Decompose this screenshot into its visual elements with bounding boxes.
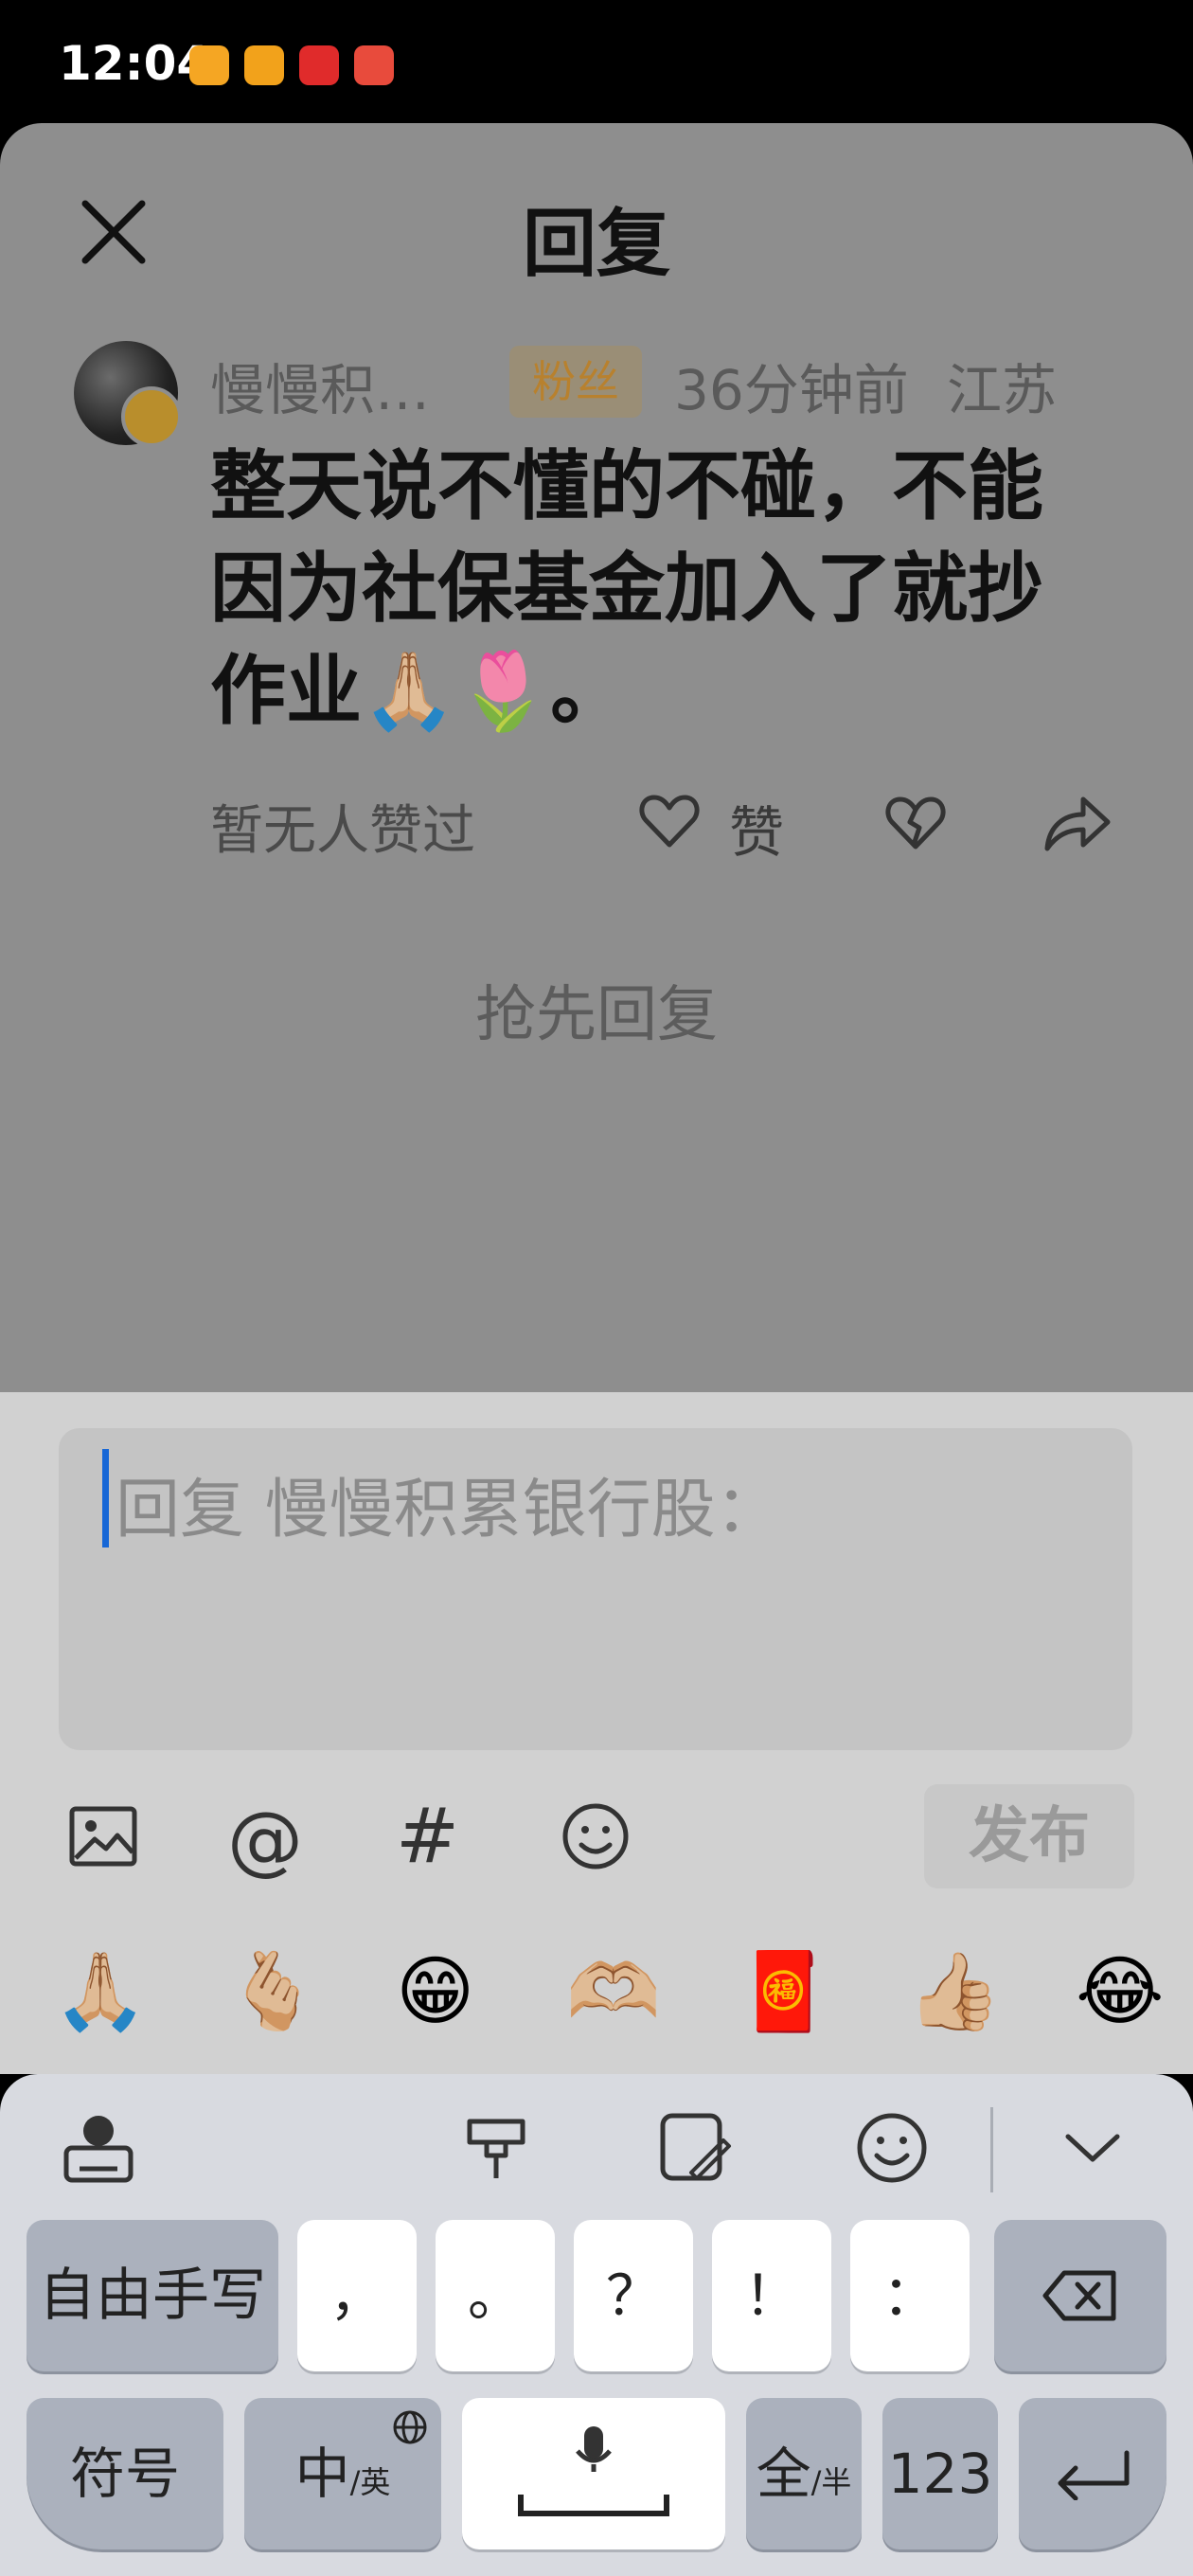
space-key[interactable] — [462, 2398, 725, 2549]
reply-placeholder: 回复 慢慢积累银行股： — [116, 1473, 780, 1547]
quick-emoji[interactable]: 😁 — [396, 1947, 474, 2035]
symbols-key[interactable]: 符号 — [27, 2398, 223, 2549]
heart-icon[interactable] — [636, 788, 703, 854]
globe-icon — [393, 2410, 427, 2444]
first-reply-prompt: 抢先回复 — [475, 980, 718, 1050]
mention-icon[interactable]: @ — [227, 1796, 303, 1884]
keyboard-settings-icon[interactable] — [61, 2110, 136, 2186]
language-switch-sub: /英 — [349, 2464, 391, 2500]
quick-emoji[interactable]: 🫶🏼 — [566, 1947, 661, 2036]
news-app-icon — [299, 45, 339, 85]
backspace-icon — [1042, 2270, 1116, 2321]
exclamation-key[interactable]: ！ — [712, 2220, 831, 2371]
likes-status: 暂无人赞过 — [210, 800, 475, 862]
handwriting-key[interactable]: 自由手写 — [27, 2220, 278, 2371]
period-key[interactable]: 。 — [436, 2220, 555, 2371]
toutiao-icon — [354, 45, 394, 85]
publish-button[interactable]: 发布 — [924, 1784, 1134, 1888]
avatar-badge-icon — [121, 386, 182, 447]
comma-key[interactable]: ， — [297, 2220, 417, 2371]
status-time: 12:04 — [59, 36, 210, 91]
page-title: 回复 — [522, 202, 670, 287]
emoji-icon[interactable] — [561, 1801, 631, 1871]
share-icon[interactable] — [1042, 790, 1113, 856]
microphone-icon — [518, 2426, 669, 2516]
enter-icon — [1058, 2450, 1130, 2500]
comment-text: 整天说不懂的不碰，不能因为社保基金加入了就抄作业🙏🏼🌷。 — [210, 442, 1043, 735]
fan-badge: 粉丝 — [509, 346, 642, 418]
comment-sheet — [0, 123, 1193, 1392]
quick-emoji[interactable]: 🙏🏼 — [53, 1947, 148, 2036]
app-notification-icon — [244, 45, 284, 85]
comment-region: 江苏 — [947, 358, 1058, 422]
brush-icon[interactable] — [458, 2110, 534, 2186]
colon-key[interactable]: ： — [850, 2220, 970, 2371]
enter-key[interactable] — [1019, 2398, 1166, 2549]
quick-emoji[interactable]: 🧧 — [737, 1947, 831, 2036]
quick-emoji[interactable]: 😂 — [1076, 1947, 1164, 2035]
fullwidth-key[interactable]: 全/半 — [746, 2398, 862, 2549]
fullwidth-main: 全 — [756, 2442, 811, 2506]
emoji-keyboard-icon[interactable] — [854, 2110, 930, 2186]
quick-emoji[interactable]: 🫰🏼 — [225, 1947, 320, 2036]
comment-time: 36分钟前 — [674, 358, 909, 422]
quick-emoji[interactable]: 👍🏼 — [907, 1947, 1002, 2036]
language-switch-key[interactable]: 中/英 — [244, 2398, 441, 2549]
broken-heart-icon[interactable] — [882, 790, 949, 856]
image-icon[interactable] — [68, 1805, 138, 1868]
text-cursor — [102, 1449, 109, 1547]
language-switch-main: 中 — [294, 2442, 350, 2506]
hashtag-icon[interactable]: # — [396, 1792, 459, 1880]
ai-write-icon[interactable] — [657, 2110, 733, 2186]
comment-username[interactable]: 慢慢积… — [210, 346, 430, 425]
backspace-key[interactable] — [994, 2220, 1166, 2371]
weibo-icon — [189, 45, 229, 85]
like-button-label[interactable]: 赞 — [729, 788, 784, 868]
toolbar-divider — [990, 2107, 993, 2192]
chevron-down-icon[interactable] — [1055, 2110, 1131, 2186]
fullwidth-sub: /半 — [810, 2464, 852, 2500]
question-key[interactable]: ？ — [574, 2220, 693, 2371]
numbers-key[interactable]: 123 — [882, 2398, 998, 2549]
